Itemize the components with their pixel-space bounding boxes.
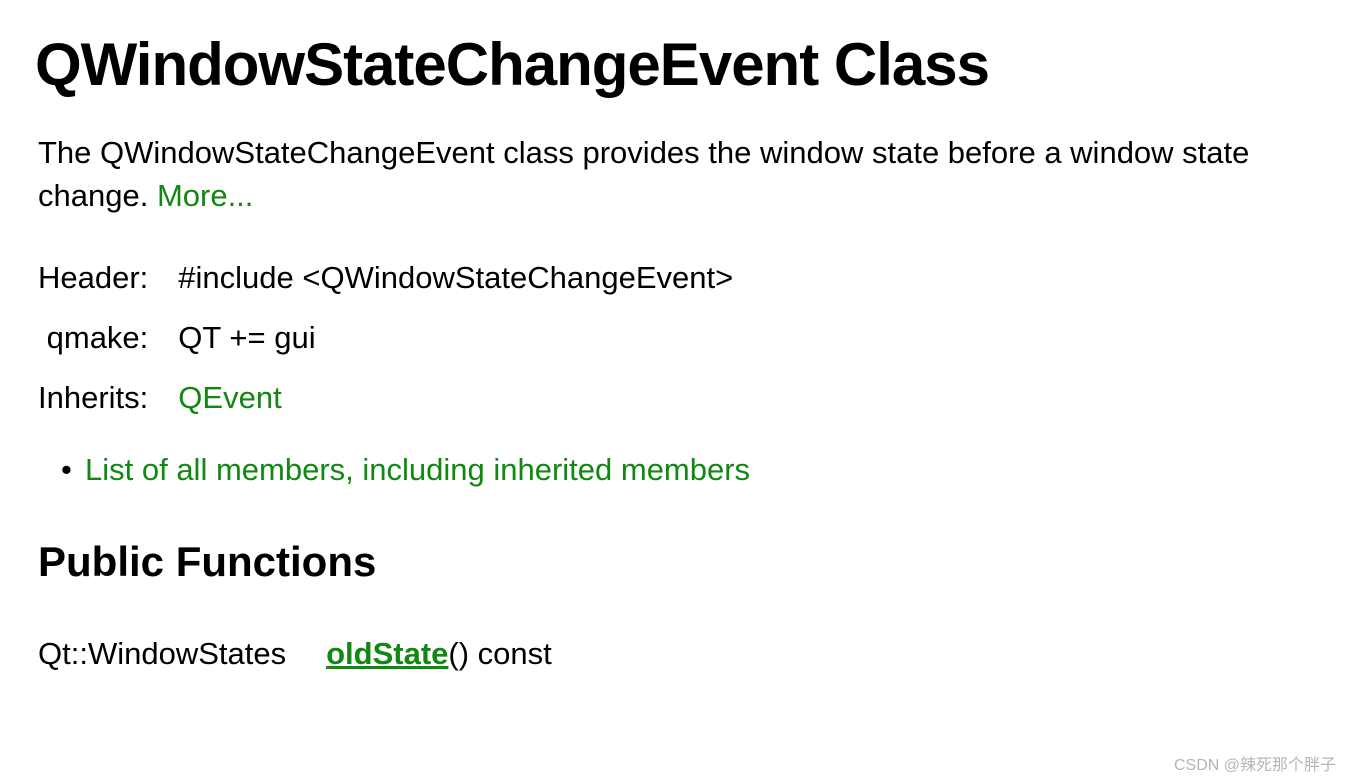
function-suffix: () const <box>448 636 551 671</box>
info-row-inherits: Inherits: QEvent <box>38 368 733 428</box>
info-row-header: Header: #include <QWindowStateChangeEven… <box>38 248 733 308</box>
function-name-link[interactable]: oldState <box>326 636 448 671</box>
public-functions-table: Qt::WindowStates oldState() const <box>38 636 552 672</box>
more-link[interactable]: More... <box>157 178 253 213</box>
inherits-label: Inherits: <box>38 368 178 428</box>
class-description: The QWindowStateChangeEvent class provid… <box>35 131 1315 218</box>
header-value: #include <QWindowStateChangeEvent> <box>178 248 733 308</box>
all-members-link[interactable]: List of all members, including inherited… <box>85 452 750 487</box>
page-title: QWindowStateChangeEvent Class <box>35 30 1315 99</box>
function-signature: oldState() const <box>326 636 552 672</box>
watermark-text: CSDN @辣死那个胖子 <box>1174 751 1336 775</box>
qmake-label: qmake: <box>38 308 178 368</box>
inherits-link[interactable]: QEvent <box>178 380 281 415</box>
header-label: Header: <box>38 248 178 308</box>
qmake-value: QT += gui <box>178 308 733 368</box>
function-return-type: Qt::WindowStates <box>38 636 326 672</box>
function-row: Qt::WindowStates oldState() const <box>38 636 552 672</box>
public-functions-heading: Public Functions <box>35 538 1315 586</box>
info-row-qmake: qmake: QT += gui <box>38 308 733 368</box>
class-info-table: Header: #include <QWindowStateChangeEven… <box>38 248 733 428</box>
list-item: List of all members, including inherited… <box>85 452 1315 488</box>
members-link-list: List of all members, including inherited… <box>35 452 1315 488</box>
